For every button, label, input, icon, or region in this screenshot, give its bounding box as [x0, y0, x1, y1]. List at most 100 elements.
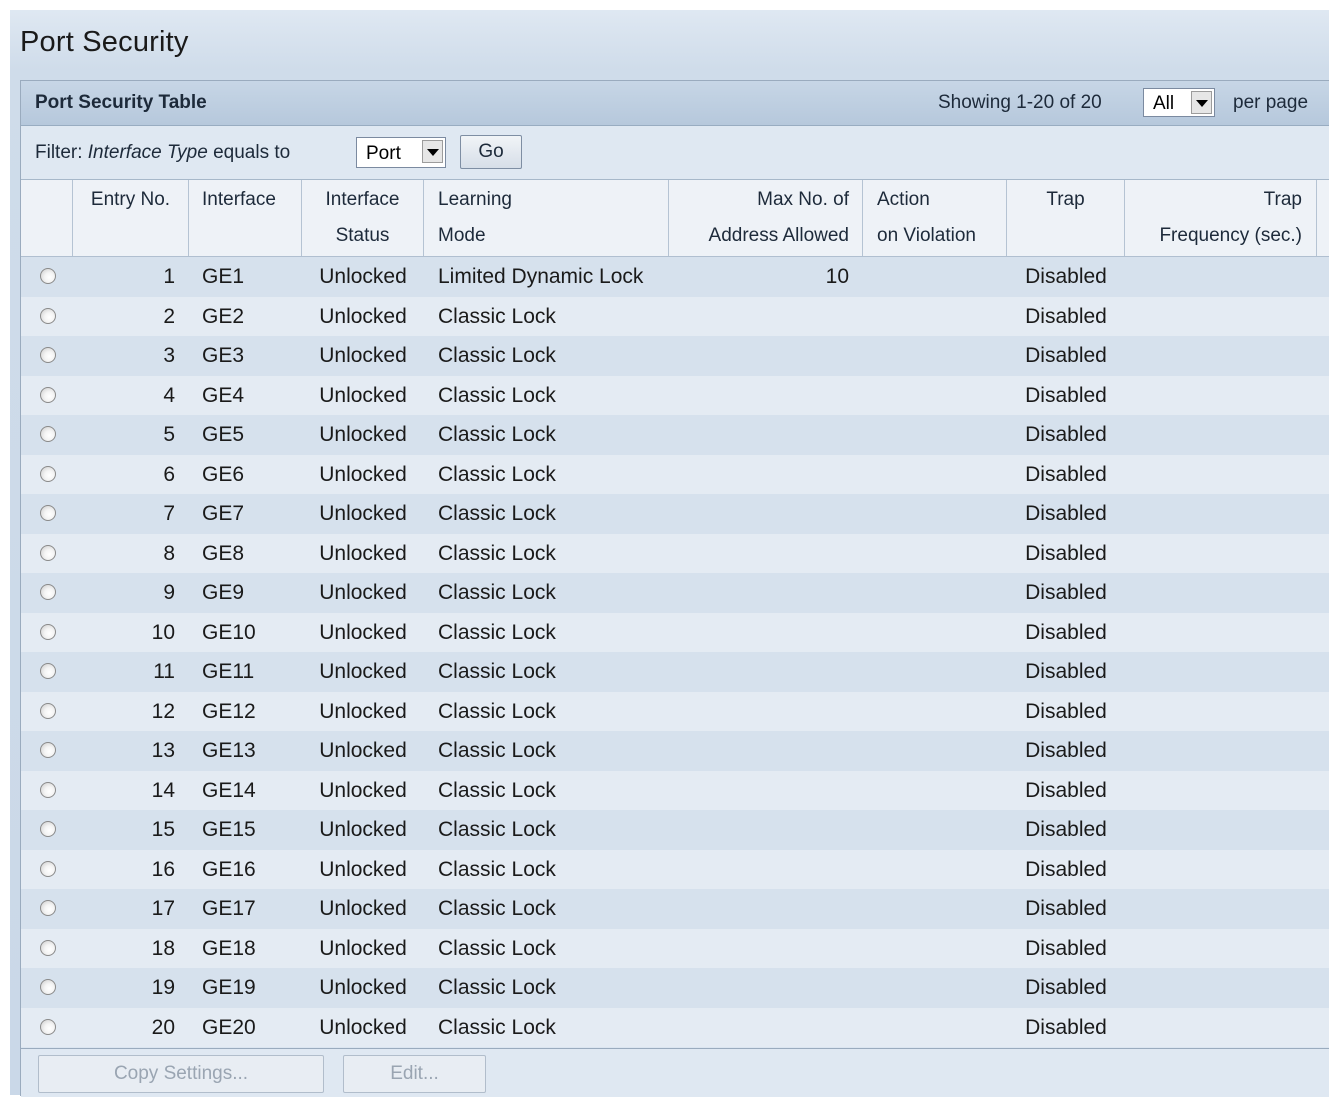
- row-radio-button[interactable]: [40, 979, 56, 995]
- cell-interface: GE1: [202, 265, 245, 288]
- cell-interface-status: Unlocked: [319, 304, 407, 328]
- filter-label: Filter: Interface Type equals to: [35, 142, 290, 164]
- cell-action-on-violation: [877, 1008, 1007, 1048]
- cell-interface-status: Unlocked: [319, 423, 407, 446]
- row-radio-button[interactable]: [40, 623, 56, 640]
- table-row: 20 GE20 Unlocked Classic Lock Disabled: [21, 1007, 1329, 1048]
- row-radio-button[interactable]: [40, 860, 56, 877]
- row-radio-button[interactable]: [40, 702, 56, 719]
- table-row: 6 GE6 Unlocked Classic Lock Disabled: [21, 454, 1329, 494]
- cell-interface-status: Unlocked: [319, 897, 407, 920]
- cell-trap: Disabled: [1025, 660, 1107, 683]
- cell-interface-status: Unlocked: [319, 1015, 407, 1039]
- chevron-down-icon[interactable]: [422, 140, 443, 163]
- cell-trap-frequency: [1125, 573, 1303, 613]
- header-trap-frequency: Trap Frequency (sec.): [1125, 180, 1317, 256]
- row-radio-button[interactable]: [40, 584, 56, 600]
- cell-trap: Disabled: [1025, 857, 1107, 881]
- filter-prefix: Filter:: [35, 142, 83, 163]
- cell-action-on-violation: [877, 929, 1007, 969]
- header-action-on-violation: Action on Violation: [863, 180, 1007, 256]
- cell-interface: GE12: [202, 699, 256, 723]
- cell-trap: Disabled: [1025, 502, 1107, 525]
- cell-interface: GE9: [202, 581, 245, 604]
- page-frame: Port Security Port Security Table Showin…: [10, 10, 1329, 1097]
- cell-interface-status: Unlocked: [319, 383, 407, 407]
- go-button[interactable]: Go: [460, 135, 522, 169]
- table-footer: Copy Settings... Edit...: [21, 1048, 1329, 1097]
- cell-trap: Disabled: [1025, 304, 1107, 328]
- row-radio-button[interactable]: [40, 781, 56, 798]
- row-radio-button[interactable]: [40, 544, 56, 561]
- row-radio-button[interactable]: [40, 268, 56, 284]
- cell-interface: GE4: [202, 383, 245, 407]
- cell-trap-frequency: [1125, 810, 1303, 850]
- cell-action-on-violation: [877, 889, 1007, 929]
- cell-trap: Disabled: [1025, 581, 1107, 604]
- row-radio-button[interactable]: [40, 663, 56, 679]
- row-radio-button[interactable]: [40, 900, 56, 916]
- header-max-addresses: Max No. of Address Allowed: [669, 180, 863, 256]
- cell-trap: Disabled: [1025, 265, 1107, 288]
- row-radio-button[interactable]: [40, 821, 56, 837]
- row-radio-button[interactable]: [40, 465, 56, 482]
- row-radio-button[interactable]: [40, 426, 56, 442]
- cell-learning-mode: Classic Lock: [438, 620, 556, 644]
- cell-learning-mode: Classic Lock: [438, 897, 556, 920]
- table-row: 19 GE19 Unlocked Classic Lock Disabled: [21, 968, 1329, 1008]
- cell-learning-mode: Classic Lock: [438, 423, 556, 446]
- table-row: 2 GE2 Unlocked Classic Lock Disabled: [21, 296, 1329, 336]
- per-page-select[interactable]: All: [1143, 88, 1215, 117]
- cell-entry-no: 10: [151, 620, 175, 644]
- row-radio-button[interactable]: [40, 386, 56, 403]
- cell-interface: GE14: [202, 778, 256, 802]
- cell-trap-frequency: [1125, 652, 1303, 692]
- cell-max-addresses: [669, 494, 849, 534]
- cell-entry-no: 5: [163, 423, 175, 446]
- edit-button[interactable]: Edit...: [343, 1055, 486, 1093]
- cell-interface: GE2: [202, 304, 245, 328]
- table-row: 12 GE12 Unlocked Classic Lock Disabled: [21, 691, 1329, 731]
- cell-entry-no: 8: [163, 541, 175, 565]
- row-radio-button[interactable]: [40, 505, 56, 521]
- row-radio-button[interactable]: [40, 307, 56, 324]
- cell-action-on-violation: [877, 573, 1007, 613]
- table-row: 15 GE15 Unlocked Classic Lock Disabled: [21, 810, 1329, 850]
- table-row: 18 GE18 Unlocked Classic Lock Disabled: [21, 928, 1329, 969]
- cell-trap-frequency: [1125, 889, 1303, 929]
- cell-trap-frequency: [1125, 415, 1303, 455]
- cell-learning-mode: Classic Lock: [438, 541, 556, 565]
- chevron-down-icon[interactable]: [1191, 91, 1212, 114]
- cell-entry-no: 14: [151, 778, 175, 802]
- copy-settings-button[interactable]: Copy Settings...: [38, 1055, 324, 1093]
- cell-action-on-violation: [877, 771, 1007, 811]
- cell-entry-no: 12: [151, 699, 175, 723]
- cell-trap-frequency: [1125, 376, 1303, 416]
- cell-action-on-violation: [877, 810, 1007, 850]
- cell-trap: Disabled: [1025, 897, 1107, 920]
- cell-learning-mode: Classic Lock: [438, 1015, 556, 1039]
- row-radio-button[interactable]: [40, 1018, 56, 1035]
- cell-max-addresses: [669, 573, 849, 613]
- cell-action-on-violation: [877, 613, 1007, 653]
- cell-action-on-violation: [877, 376, 1007, 416]
- panel-header: Port Security Table Showing 1-20 of 20 A…: [21, 81, 1329, 126]
- row-radio-button[interactable]: [40, 742, 56, 758]
- cell-trap-frequency: [1125, 1008, 1303, 1048]
- table-row: 10 GE10 Unlocked Classic Lock Disabled: [21, 612, 1329, 653]
- per-page-label: per page: [1233, 92, 1309, 113]
- cell-action-on-violation: [877, 652, 1007, 692]
- cell-interface: GE6: [202, 462, 245, 486]
- cell-interface-status: Unlocked: [319, 502, 407, 525]
- cell-interface: GE17: [202, 897, 256, 920]
- row-radio-button[interactable]: [40, 347, 56, 363]
- table-body: 1 GE1 Unlocked Limited Dynamic Lock 10 Disabl…: [21, 257, 1329, 1047]
- cell-max-addresses: [669, 652, 849, 692]
- cell-entry-no: 19: [151, 976, 175, 999]
- interface-type-select[interactable]: Port: [356, 137, 446, 168]
- cell-interface-status: Unlocked: [319, 660, 407, 683]
- cell-max-addresses: [669, 810, 849, 850]
- cell-trap: Disabled: [1025, 1015, 1107, 1039]
- row-radio-button[interactable]: [40, 939, 56, 956]
- cell-learning-mode: Classic Lock: [438, 739, 556, 762]
